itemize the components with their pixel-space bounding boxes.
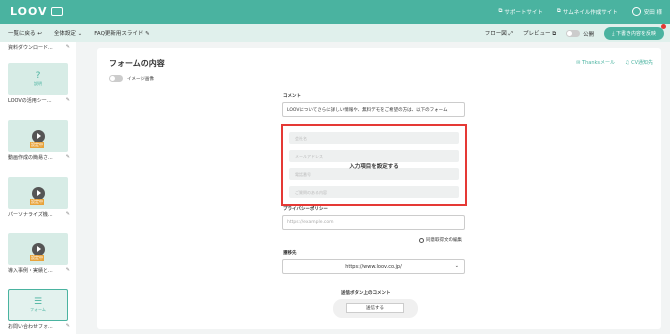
cv-notify-link[interactable]: ♫ CV通知先 — [625, 59, 653, 66]
ghost-field: ご質問のある内容 — [289, 186, 459, 198]
slide-thumbnail[interactable]: ? 説明 — [8, 63, 68, 95]
app-logo[interactable]: LOOV — [10, 5, 63, 18]
question-icon: ? — [35, 70, 41, 81]
status-badge: 設定中 — [30, 142, 44, 148]
toggle-switch[interactable] — [109, 75, 123, 82]
ghost-field: メールアドレス — [289, 150, 459, 162]
sub-toolbar: 一覧に戻る ↩ 全体設定 ⌄ FAQ更新用スライド ✎ フロー図 ⤢ プレビュー… — [0, 24, 670, 42]
slide-thumbnail[interactable]: 設定中 — [8, 177, 68, 209]
flow-chart-button[interactable]: フロー図 ⤢ — [485, 29, 513, 38]
user-icon — [631, 7, 641, 16]
list-icon: ☰ — [33, 296, 43, 307]
privacy-policy-input[interactable]: https://example.com — [282, 215, 465, 230]
back-icon: ↩ — [37, 31, 42, 37]
save-draft-button[interactable]: ⤓ 下書き内容を反映 — [604, 24, 666, 40]
pencil-icon[interactable]: ✎ — [66, 44, 70, 51]
pencil-icon: ✎ — [145, 31, 150, 37]
notification-dot — [661, 24, 666, 29]
pencil-icon[interactable]: ✎ — [66, 267, 70, 274]
redirect-label: 遷移先 — [283, 251, 297, 256]
slide-thumbnail[interactable]: ☰ フォーム — [8, 289, 68, 321]
expand-icon: ⤢ — [508, 31, 513, 37]
play-icon — [31, 242, 45, 256]
status-badge: 設定中 — [30, 199, 44, 205]
submit-button[interactable]: 送信する — [346, 303, 404, 313]
sidebar-item-video-ease[interactable]: 設定中 動画作成の簡易さ... ✎ — [8, 120, 70, 161]
doc-title[interactable]: FAQ更新用スライド ✎ — [94, 29, 150, 37]
chevron-down-icon: ⌄ — [77, 31, 83, 37]
comment-input[interactable]: LOOVについてさらに詳しい情報や、無料デモをご希望の方は、以下のフォーム — [282, 102, 465, 117]
mail-icon: ✉ — [576, 60, 581, 66]
support-site-link[interactable]: ⧉ サポートサイト — [498, 8, 542, 16]
slide-sidebar: 資料ダウンロード... ✎ ? 説明 LOOVの活用シー... ✎ 設定中 動画作成の… — [0, 42, 76, 334]
preview-button[interactable]: プレビュー ⧉ — [523, 29, 556, 38]
consent-edit-link[interactable]: 同意取得文の編集 — [419, 237, 462, 243]
pencil-icon[interactable]: ✎ — [66, 211, 70, 218]
slide-thumbnail[interactable]: 設定中 — [8, 120, 68, 152]
ghost-field: 会社名 — [289, 132, 459, 144]
back-button[interactable]: 一覧に戻る ↩ — [8, 29, 42, 37]
external-link-icon: ⧉ — [552, 31, 557, 37]
sidebar-item-case-studies[interactable]: 設定中 導入事例・実績と... ✎ — [8, 233, 70, 274]
sidebar-item-usecase[interactable]: ? 説明 LOOVの活用シー... ✎ — [8, 63, 70, 104]
download-icon: ⤓ — [612, 31, 615, 37]
toggle-switch[interactable] — [566, 30, 581, 37]
thanks-mail-link[interactable]: ✉ Thanksメール — [576, 59, 615, 66]
configure-fields-label[interactable]: 入力項目を設定する — [283, 162, 465, 170]
external-link-icon: ⧉ — [498, 8, 503, 14]
play-icon — [31, 129, 45, 143]
sidebar-item-personalize[interactable]: 設定中 パーソナライズ機... ✎ — [8, 177, 70, 218]
play-icon — [31, 186, 45, 200]
page-title: フォームの内容 — [109, 59, 165, 68]
pencil-icon[interactable]: ✎ — [66, 154, 70, 161]
comment-label: コメント — [283, 94, 301, 99]
sidebar-item-download[interactable]: 資料ダウンロード... ✎ — [8, 42, 70, 51]
user-menu[interactable]: 安田 様 — [631, 7, 662, 16]
sidebar-item-contact-form[interactable]: ☰ フォーム お問い合わせフォ... ✎ — [8, 289, 70, 330]
status-badge: 設定中 — [30, 255, 44, 261]
form-editor-panel: フォームの内容 ✉ Thanksメール ♫ CV通知先 イメージ画像 コメント … — [97, 48, 661, 329]
logo-text: LOOV — [10, 5, 48, 18]
settings-icon — [419, 237, 424, 243]
thumbnail-site-link[interactable]: ⧉ サムネイル作成サイト — [557, 8, 618, 16]
image-toggle[interactable]: イメージ画像 — [109, 75, 154, 82]
form-fields-area[interactable]: 会社名 メールアドレス 電話番号 ご質問のある内容 入力項目を設定する — [281, 124, 467, 206]
top-navbar: LOOV ⧉ サポートサイト ⧉ サムネイル作成サイト 安田 様 — [0, 0, 670, 24]
camera-icon — [50, 7, 63, 16]
submit-area: 送信する — [333, 299, 418, 318]
external-link-icon: ⧉ — [556, 8, 561, 14]
slide-thumbnail[interactable]: 設定中 — [8, 233, 68, 265]
redirect-select[interactable]: https://www.loov.co.jp/ ⌄ — [282, 259, 465, 274]
global-settings-button[interactable]: 全体設定 ⌄ — [54, 29, 82, 37]
bell-icon: ♫ — [625, 60, 630, 66]
pencil-icon[interactable]: ✎ — [66, 323, 70, 330]
chevron-down-icon: ⌄ — [454, 263, 459, 269]
pencil-icon[interactable]: ✎ — [66, 97, 70, 104]
public-toggle[interactable]: 公開 — [566, 30, 594, 38]
privacy-label: プライバシーポリシー — [283, 207, 328, 212]
submit-comment-label: 送信ボタン上のコメント — [341, 291, 391, 296]
